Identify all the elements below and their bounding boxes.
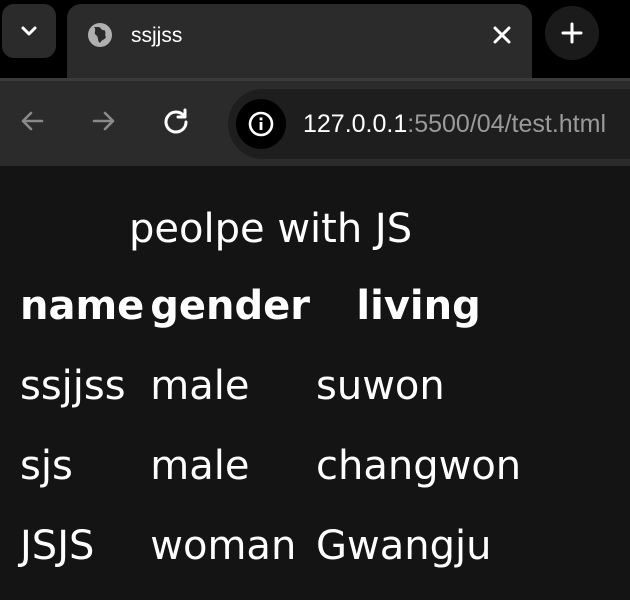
cell-name: sjs — [20, 443, 73, 489]
browser-toolbar: 127.0.0.1:5500/04/test.html — [0, 78, 630, 166]
site-info-button[interactable] — [236, 99, 286, 149]
column-header-gender: gender — [150, 283, 311, 329]
table-row: JSJS woman Gwangju — [20, 506, 521, 586]
tab-search-button[interactable] — [2, 4, 56, 58]
info-icon — [248, 111, 274, 137]
cell-gender: male — [150, 443, 250, 489]
cell-living: suwon — [316, 363, 445, 409]
people-table: peolpe with JS name gender living ssjjss… — [14, 194, 527, 586]
cell-living: changwon — [316, 443, 522, 489]
plus-icon — [561, 22, 583, 44]
arrow-left-icon — [21, 111, 44, 131]
url-path: :5500/04/test.html — [407, 110, 606, 138]
globe-icon — [88, 23, 112, 47]
tab-close-button[interactable] — [487, 20, 517, 50]
table-header-row: name gender living — [20, 266, 521, 346]
cell-gender: woman — [150, 523, 297, 569]
url-text[interactable]: 127.0.0.1:5500/04/test.html — [303, 109, 606, 139]
arrow-right-icon — [92, 111, 115, 131]
chevron-down-icon — [21, 26, 37, 36]
cell-living: Gwangju — [316, 523, 492, 569]
column-header-name: name — [20, 283, 145, 329]
url-host: 127.0.0.1 — [303, 110, 408, 138]
tab-strip: ssjjss — [0, 0, 630, 78]
new-tab-button[interactable] — [545, 6, 599, 60]
back-button[interactable] — [12, 101, 52, 141]
cell-name: ssjjss — [20, 363, 126, 409]
table-caption: peolpe with JS — [129, 206, 413, 252]
page-content: peolpe with JS name gender living ssjjss… — [0, 166, 630, 600]
tab-title: ssjjss — [131, 24, 183, 47]
browser-window: ssjjss 127.0.0.1:5500/04/test.html peolp… — [0, 0, 630, 600]
table-row: ssjjss male suwon — [20, 346, 521, 426]
forward-button[interactable] — [84, 101, 124, 141]
cell-name: JSJS — [20, 523, 95, 569]
address-bar[interactable]: 127.0.0.1:5500/04/test.html — [228, 89, 630, 159]
cell-gender: male — [150, 363, 250, 409]
table-row: sjs male changwon — [20, 426, 521, 506]
close-icon — [493, 26, 511, 44]
reload-button[interactable] — [156, 101, 196, 141]
reload-icon — [164, 108, 188, 134]
column-header-living: living — [356, 283, 481, 329]
tab-active[interactable]: ssjjss — [67, 4, 532, 78]
